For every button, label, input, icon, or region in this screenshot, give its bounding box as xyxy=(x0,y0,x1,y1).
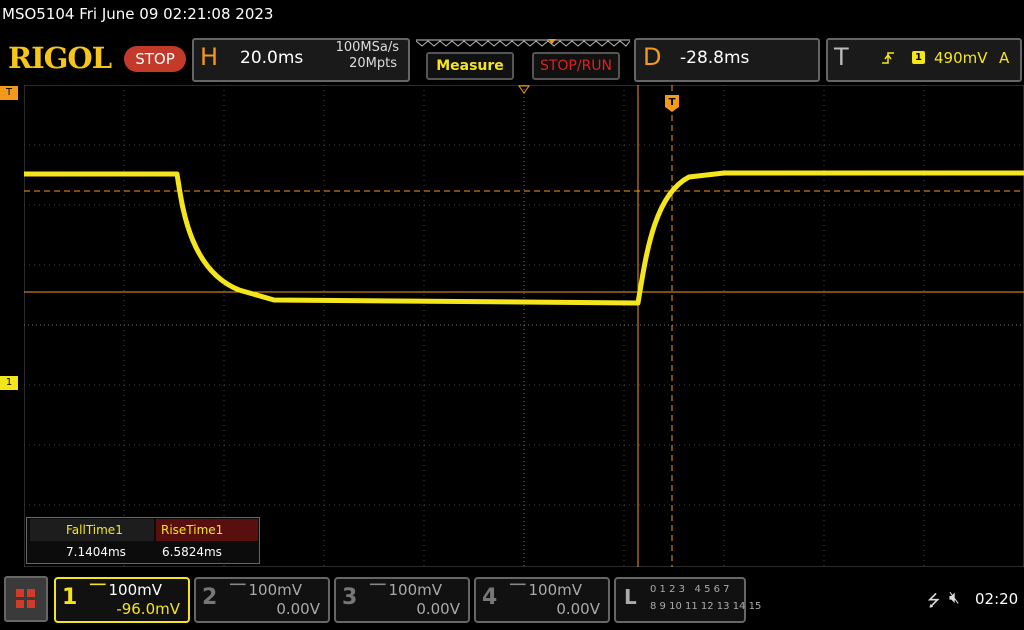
fall-time-value: 7.1404ms xyxy=(66,545,126,559)
channel-2-scale: 100mV xyxy=(248,581,302,599)
device-title: MSO5104 Fri June 09 02:21:08 2023 xyxy=(2,5,274,23)
speaker-muted-icon[interactable]: 🔇︎ xyxy=(949,588,960,608)
channel-3-offset: 0.00V xyxy=(416,600,460,618)
timebase-value: 20.0ms xyxy=(240,48,304,68)
channel-3-scale: 100mV xyxy=(388,581,442,599)
trigger-label: T xyxy=(834,43,849,71)
channel-4-offset: 0.00V xyxy=(556,600,600,618)
fall-time-label[interactable]: FallTime1 xyxy=(30,519,154,541)
horizontal-label: H xyxy=(200,43,219,71)
system-clock: 02:20 xyxy=(975,590,1019,608)
main-menu-button[interactable] xyxy=(4,576,48,622)
delay-value: -28.8ms xyxy=(680,48,750,68)
channel-1-offset: -96.0mV xyxy=(116,600,180,618)
channel-1-scale: 100mV xyxy=(108,581,162,599)
channel-2-offset: 0.00V xyxy=(276,600,320,618)
trigger-source-badge: 1 xyxy=(912,51,925,64)
memory-position-bar xyxy=(415,39,631,47)
measure-button[interactable]: Measure xyxy=(426,52,514,80)
sample-rate: 100MSa/s xyxy=(335,40,399,55)
run-state-badge[interactable]: STOP xyxy=(124,46,186,72)
memory-depth: 20Mpts xyxy=(349,56,397,71)
stop-run-button[interactable]: STOP/RUN xyxy=(532,52,620,80)
rising-edge-icon xyxy=(882,52,894,64)
rise-time-label[interactable]: RiseTime1 xyxy=(156,519,258,541)
logic-analyzer-label: L xyxy=(624,585,637,609)
usb-icon: ⭍ xyxy=(927,591,941,610)
trigger-level-marker[interactable]: T xyxy=(0,86,18,100)
logic-channels-row-2: 8 9 10 11 12 13 14 15 xyxy=(650,601,762,612)
channel-4-scale: 100mV xyxy=(528,581,582,599)
rise-time-value: 6.5824ms xyxy=(162,545,222,559)
logic-channels-row-1: 0 1 2 3 4 5 6 7 xyxy=(650,584,730,595)
grid-menu-icon xyxy=(16,589,35,608)
ch1-ground-marker[interactable]: 1 xyxy=(0,376,18,390)
delay-label: D xyxy=(643,43,662,71)
trigger-level: 490mV xyxy=(934,49,988,67)
waveform-grid[interactable]: T xyxy=(24,85,1024,567)
svg-text:T: T xyxy=(669,97,676,108)
trigger-mode: A xyxy=(999,49,1010,67)
rigol-logo: RIGOL xyxy=(8,41,112,75)
